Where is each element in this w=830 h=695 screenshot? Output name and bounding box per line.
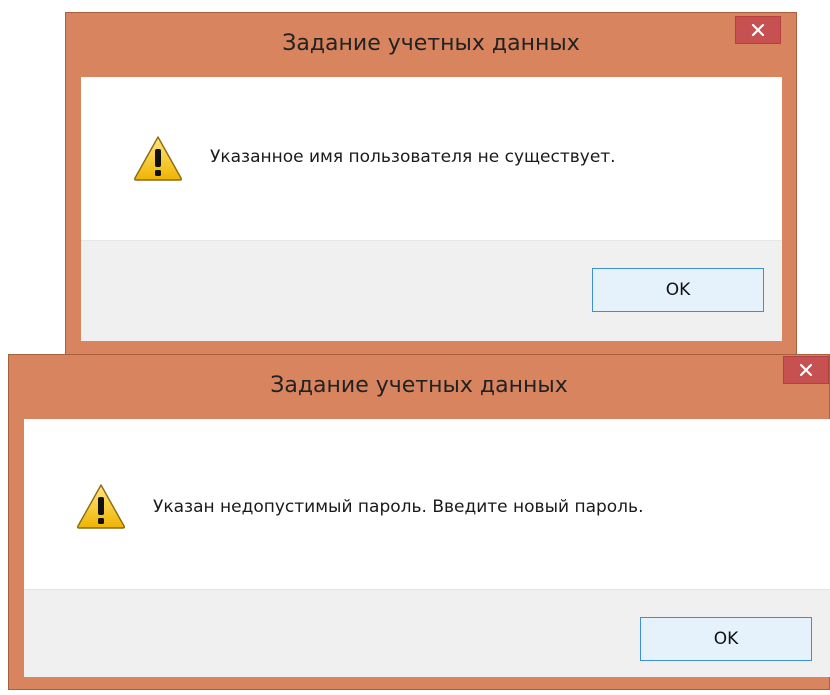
close-button[interactable]	[735, 16, 781, 44]
warning-icon	[76, 484, 126, 529]
title-bar[interactable]: Задание учетных данных	[66, 13, 796, 77]
close-button[interactable]	[783, 356, 829, 384]
credentials-error-dialog-username: Задание учетных данных Указанное имя пол…	[65, 12, 797, 355]
close-icon	[799, 363, 813, 377]
button-bar: OK	[24, 589, 830, 677]
warning-icon	[133, 136, 183, 181]
message-area: Указан недопустимый пароль. Введите новы…	[24, 419, 830, 589]
credentials-error-dialog-password: Задание учетных данных Указан недопустим…	[8, 354, 830, 690]
dialog-client-area: Указанное имя пользователя не существует…	[81, 77, 782, 341]
dialog-title: Задание учетных данных	[282, 31, 580, 56]
close-icon	[751, 23, 765, 37]
ok-button[interactable]: OK	[592, 268, 764, 312]
ok-button[interactable]: OK	[640, 617, 812, 661]
title-bar[interactable]: Задание учетных данных	[9, 355, 829, 419]
button-bar: OK	[81, 240, 782, 341]
error-message: Указанное имя пользователя не существует…	[210, 147, 616, 167]
dialog-client-area: Указан недопустимый пароль. Введите новы…	[24, 419, 830, 677]
message-area: Указанное имя пользователя не существует…	[81, 77, 782, 240]
error-message: Указан недопустимый пароль. Введите новы…	[153, 497, 644, 517]
dialog-title: Задание учетных данных	[270, 373, 568, 398]
